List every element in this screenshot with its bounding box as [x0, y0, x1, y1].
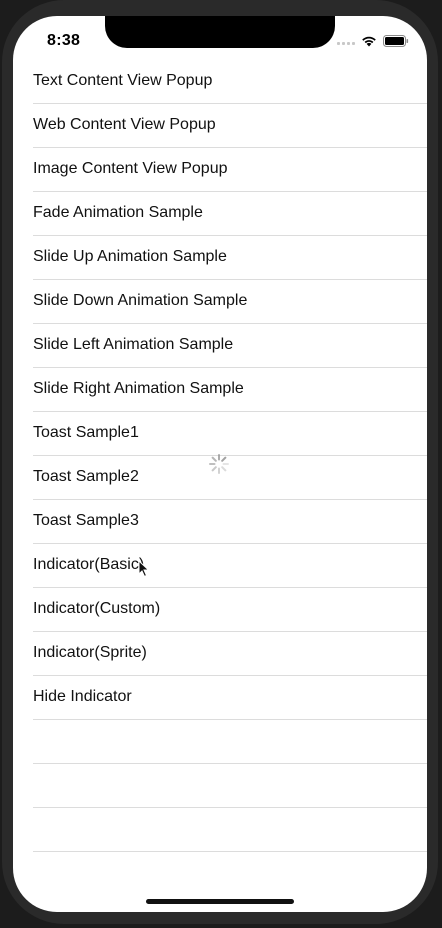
spinner-spoke — [211, 456, 217, 462]
list-item-label: Text Content View Popup — [33, 72, 213, 89]
list-item-label: Indicator(Sprite) — [33, 644, 147, 661]
list-item[interactable]: Indicator(Basic) — [33, 544, 427, 588]
list-item[interactable]: Image Content View Popup — [33, 148, 427, 192]
list-item-label: Image Content View Popup — [33, 160, 228, 177]
list-item-label: Hide Indicator — [33, 688, 132, 705]
list-item-label: Slide Down Animation Sample — [33, 292, 248, 309]
device-frame: 8:38 Text Content View Popup Web Content … — [0, 0, 442, 928]
activity-indicator-icon — [209, 454, 229, 474]
spinner-spoke — [221, 456, 227, 462]
list-item[interactable]: Toast Sample1 — [33, 412, 427, 456]
list-item[interactable]: Text Content View Popup — [33, 60, 427, 104]
list-item-label: Toast Sample3 — [33, 512, 139, 529]
device-notch — [105, 16, 335, 48]
spinner-spoke — [221, 466, 227, 472]
list-item[interactable]: Slide Left Animation Sample — [33, 324, 427, 368]
list-item[interactable]: Indicator(Sprite) — [33, 632, 427, 676]
list-item[interactable]: Indicator(Custom) — [33, 588, 427, 632]
list-item — [33, 764, 427, 808]
battery-icon — [383, 35, 409, 47]
list-item-label: Slide Left Animation Sample — [33, 336, 234, 353]
list-item[interactable]: Slide Down Animation Sample — [33, 280, 427, 324]
app-screen: 8:38 Text Content View Popup Web Content … — [13, 16, 427, 912]
list-item[interactable]: Toast Sample2 — [33, 456, 427, 500]
list-item-label: Web Content View Popup — [33, 116, 216, 133]
spinner-spoke — [211, 466, 217, 472]
wifi-icon — [362, 36, 376, 47]
status-icons — [337, 35, 409, 47]
list-item[interactable]: Slide Up Animation Sample — [33, 236, 427, 280]
list-item[interactable]: Slide Right Animation Sample — [33, 368, 427, 412]
list-item[interactable]: Fade Animation Sample — [33, 192, 427, 236]
list-item — [33, 720, 427, 764]
list-item[interactable]: Hide Indicator — [33, 676, 427, 720]
status-time: 8:38 — [47, 32, 81, 49]
list-item-label: Slide Up Animation Sample — [33, 248, 227, 265]
list-item-label: Toast Sample1 — [33, 424, 139, 441]
mouse-cursor-icon — [138, 560, 150, 578]
list-item-label: Slide Right Animation Sample — [33, 380, 244, 397]
list-item-label: Indicator(Custom) — [33, 600, 161, 617]
home-indicator — [146, 899, 294, 904]
list-item-label: Fade Animation Sample — [33, 204, 203, 221]
list-item[interactable]: Web Content View Popup — [33, 104, 427, 148]
list-item-label: Indicator(Basic) — [33, 556, 145, 573]
list-item-label: Toast Sample2 — [33, 468, 139, 485]
cellular-signal-icon — [337, 37, 355, 45]
list-item[interactable]: Toast Sample3 — [33, 500, 427, 544]
list-item — [33, 808, 427, 852]
